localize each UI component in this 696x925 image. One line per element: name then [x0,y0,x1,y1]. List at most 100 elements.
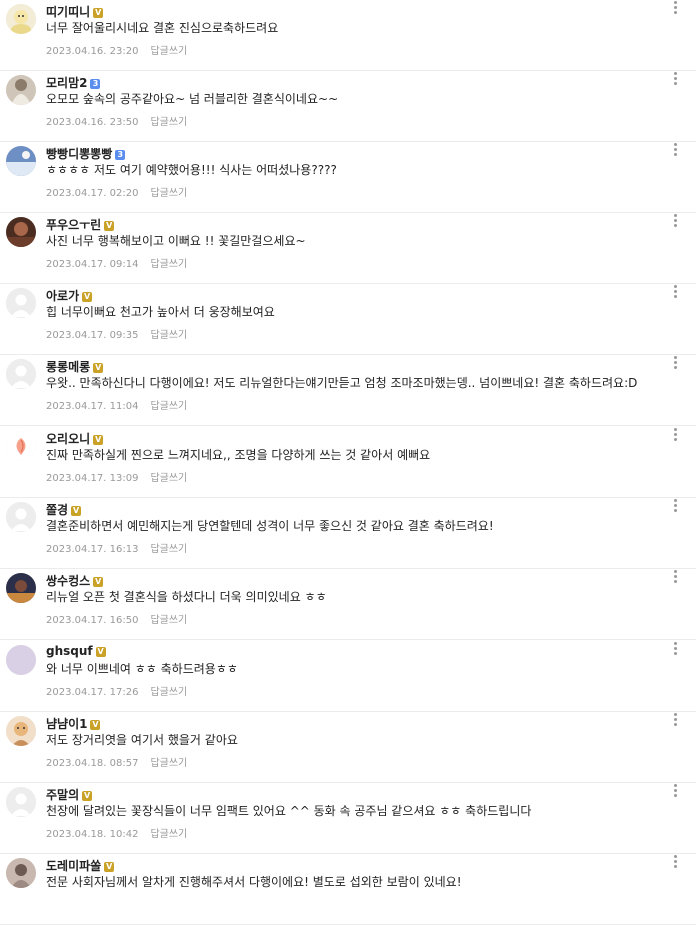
comment-item: 냠냠이1 V 저도 장거리엿을 여기서 했을거 같아요 2023.04.18. 08:… [0,712,696,783]
comment-date: 2023.04.17. 17:26 [46,687,139,698]
comment-text: 천장에 달려있는 꽃장식들이 너무 임팩트 있어요 ^^ 동화 속 공주님 같으… [46,804,532,818]
comment-date: 2023.04.17. 16:50 [46,615,139,626]
avatar[interactable] [6,217,36,247]
more-options-icon[interactable] [670,712,680,728]
member-badge-icon: V [82,292,93,302]
commenter-nickname[interactable]: 모리맘2 [46,76,87,90]
reply-button[interactable]: 답글쓰기 [150,544,187,555]
more-options-icon[interactable] [670,569,680,585]
more-options-icon[interactable] [670,0,680,16]
more-options-icon[interactable] [670,142,680,158]
comment-item: 도레미파쏠 V 전문 사회자님께서 알차게 진행해주셔서 다행이에요! 별도로 섭외… [0,854,696,925]
comment-date: 2023.04.17. 11:04 [46,401,139,412]
member-badge-icon: 3 [115,150,126,160]
comment-text: 와 너무 이쁘네여 ㅎㅎ 축하드려용ㅎㅎ [46,662,238,676]
comment-date: 2023.04.18. 10:42 [46,829,139,840]
comment-item: 아로가 V 힙 너무이뻐요 천고가 높아서 더 웅장해보여요 2023.04.17. … [0,284,696,355]
reply-button[interactable]: 답글쓰기 [150,758,187,769]
commenter-nickname[interactable]: 띠기띠니 [46,5,90,19]
comment-item: 쌍수컹스 V 리뉴얼 오픈 첫 결혼식을 하셨다니 더욱 의미있네요 ㅎㅎ 2023.… [0,569,696,640]
comment-meta: 2023.04.17. 17:26 답글쓰기 [46,683,187,698]
comment-item: 띠기띠니 V 너무 잘어울리시네요 결혼 진심으로축하드려요 2023.04.16. … [0,0,696,71]
reply-button[interactable]: 답글쓰기 [150,829,187,840]
comment-date: 2023.04.18. 08:57 [46,758,139,769]
more-options-icon[interactable] [670,854,680,870]
reply-button[interactable]: 답글쓰기 [150,473,187,484]
commenter-nickname[interactable]: ghsquf [46,644,93,658]
comment-date: 2023.04.17. 16:13 [46,544,139,555]
reply-button[interactable]: 답글쓰기 [150,687,187,698]
commenter-nickname[interactable]: 푸우으ㅜ린 [46,218,101,232]
comment-meta: 2023.04.17. 16:13 답글쓰기 [46,540,187,555]
avatar[interactable] [6,4,36,34]
commenter-nickname[interactable]: 롱롱메롱 [46,360,90,374]
avatar[interactable] [6,573,36,603]
commenter-nickname[interactable]: 도레미파쏠 [46,859,101,873]
member-badge-icon: 3 [90,79,101,89]
comment-meta: 2023.04.17. 16:50 답글쓰기 [46,611,187,626]
reply-button[interactable]: 답글쓰기 [150,188,187,199]
comment-item: 모리맘2 3 오모모 숲속의 공주같아요~ 넘 러블리한 결혼식이네요~~ 2023.… [0,71,696,142]
more-options-icon[interactable] [670,498,680,514]
member-badge-icon: V [93,363,104,373]
member-badge-icon: V [93,8,104,18]
comment-meta: 2023.04.16. 23:50 답글쓰기 [46,113,187,128]
reply-button[interactable]: 답글쓰기 [150,46,187,57]
avatar[interactable] [6,502,36,532]
comment-list: 띠기띠니 V 너무 잘어울리시네요 결혼 진심으로축하드려요 2023.04.16. … [0,0,696,925]
comment-date: 2023.04.16. 23:50 [46,117,139,128]
commenter-nickname[interactable]: 주말의 [46,788,79,802]
comment-meta: 2023.04.17. 13:09 답글쓰기 [46,469,187,484]
avatar[interactable] [6,431,36,461]
commenter-nickname[interactable]: 오리오니 [46,432,90,446]
member-badge-icon: V [104,221,115,231]
comment-item: 쫄경 V 결혼준비하면서 예민해지는게 당연할텐데 성격이 너무 좋으신 것 같아요… [0,498,696,569]
commenter-nickname[interactable]: 아로가 [46,289,79,303]
comment-text: 사진 너무 행복해보이고 이뻐요 !! 꽃길만걸으세요~ [46,234,306,248]
comment-text: 힙 너무이뻐요 천고가 높아서 더 웅장해보여요 [46,305,275,319]
commenter-nickname[interactable]: 쌍수컹스 [46,574,90,588]
comment-date: 2023.04.17. 09:35 [46,330,139,341]
reply-button[interactable]: 답글쓰기 [150,259,187,270]
member-badge-icon: V [71,506,82,516]
more-options-icon[interactable] [670,783,680,799]
comment-meta: 2023.04.17. 09:14 답글쓰기 [46,255,187,270]
avatar[interactable] [6,716,36,746]
commenter-nickname[interactable]: 냠냠이1 [46,717,87,731]
more-options-icon[interactable] [670,641,680,657]
member-badge-icon: V [93,577,104,587]
reply-button[interactable]: 답글쓰기 [150,615,187,626]
comment-meta: 2023.04.17. 11:04 답글쓰기 [46,397,187,412]
avatar[interactable] [6,359,36,389]
reply-button[interactable]: 답글쓰기 [150,117,187,128]
more-options-icon[interactable] [670,284,680,300]
avatar[interactable] [6,858,36,888]
avatar[interactable] [6,645,36,675]
comment-meta: 2023.04.18. 10:42 답글쓰기 [46,825,187,840]
comment-date: 2023.04.17. 13:09 [46,473,139,484]
more-options-icon[interactable] [670,355,680,371]
commenter-nickname[interactable]: 쫄경 [46,503,68,517]
comment-item: 오리오니 V 진짜 만족하실게 찐으로 느껴지네요,, 조명을 다양하게 쓰는 것 … [0,427,696,498]
reply-button[interactable]: 답글쓰기 [150,330,187,341]
comment-text: 너무 잘어울리시네요 결혼 진심으로축하드려요 [46,21,279,35]
comment-item: ghsquf V 와 너무 이쁘네여 ㅎㅎ 축하드려용ㅎㅎ 2023.04.17. 1… [0,641,696,712]
member-badge-icon: V [93,435,104,445]
comment-item: 주말의 V 천장에 달려있는 꽃장식들이 너무 임팩트 있어요 ^^ 동화 속 공주… [0,783,696,854]
comment-item: 빵빵디뽕뽕빵 3 ㅎㅎㅎㅎ 저도 여기 예약했어용!!! 식사는 어떠셨나용????… [0,142,696,213]
comment-date: 2023.04.16. 23:20 [46,46,139,57]
more-options-icon[interactable] [670,427,680,443]
member-badge-icon: V [90,720,101,730]
comment-text: 결혼준비하면서 예민해지는게 당연할텐데 성격이 너무 좋으신 것 같아요 결혼… [46,519,494,533]
avatar[interactable] [6,787,36,817]
more-options-icon[interactable] [670,213,680,229]
avatar[interactable] [6,146,36,176]
comment-item: 푸우으ㅜ린 V 사진 너무 행복해보이고 이뻐요 !! 꽃길만걸으세요~ 2023.0… [0,213,696,284]
commenter-nickname[interactable]: 빵빵디뽕뽕빵 [46,147,112,161]
more-options-icon[interactable] [670,71,680,87]
reply-button[interactable]: 답글쓰기 [150,401,187,412]
member-badge-icon: V [95,647,106,657]
comment-text: 진짜 만족하실게 찐으로 느껴지네요,, 조명을 다양하게 쓰는 것 같아서 예… [46,448,431,462]
avatar[interactable] [6,288,36,318]
avatar[interactable] [6,75,36,105]
